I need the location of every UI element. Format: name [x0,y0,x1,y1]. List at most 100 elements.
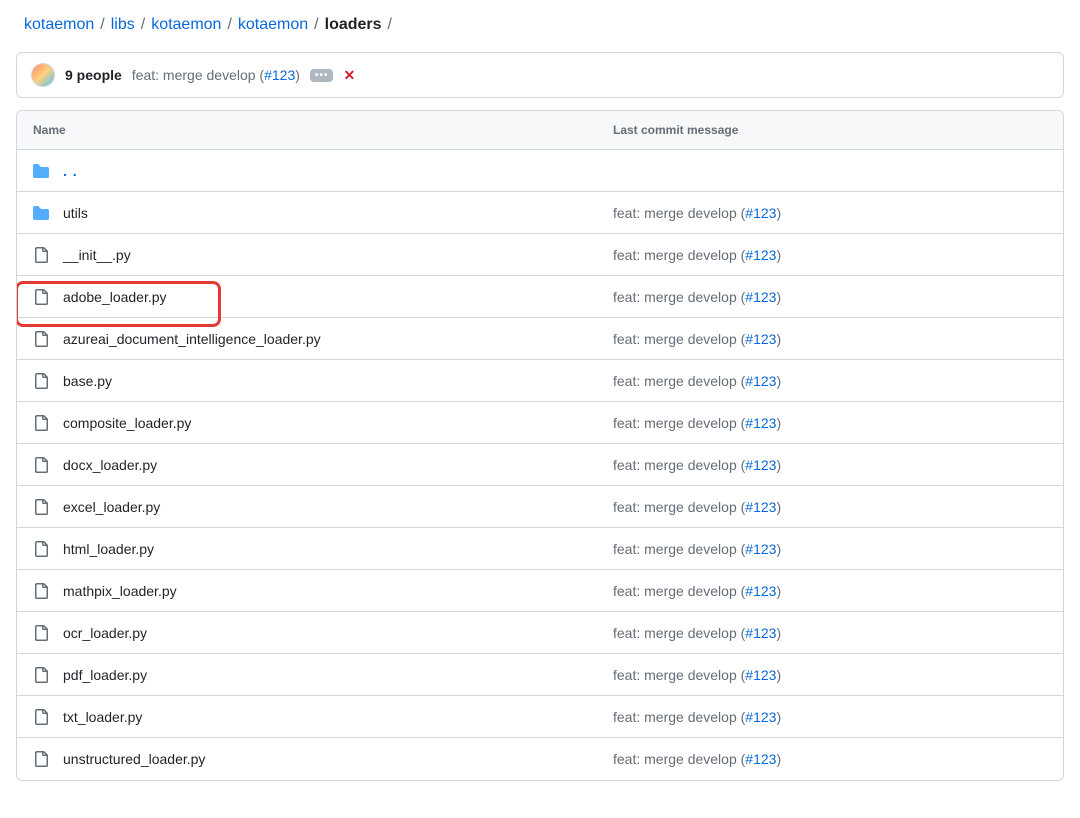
commit-msg-prefix: feat: merge develop ( [613,541,745,557]
breadcrumb-item[interactable]: libs [111,16,135,34]
commit-msg-prefix: feat: merge develop ( [613,709,745,725]
file-link[interactable]: excel_loader.py [63,499,160,515]
commit-message-cell[interactable]: feat: merge develop (#123) [597,659,1063,691]
pr-link[interactable]: #123 [745,373,776,389]
commit-message-prefix: feat: merge develop ( [132,67,264,83]
table-header: Name Last commit message [17,111,1063,150]
file-link[interactable]: unstructured_loader.py [63,751,205,767]
breadcrumb-separator: / [227,16,231,34]
commit-msg-prefix: feat: merge develop ( [613,205,745,221]
file-link[interactable]: azureai_document_intelligence_loader.py [63,331,321,347]
breadcrumb-item[interactable]: kotaemon [151,16,221,34]
pr-link[interactable]: #123 [745,751,776,767]
ellipsis-badge[interactable]: ••• [310,69,334,82]
commit-msg-suffix: ) [776,541,781,557]
commit-msg-prefix: feat: merge develop ( [613,667,745,683]
status-failed-icon[interactable]: ✕ [343,67,355,84]
pr-link[interactable]: #123 [745,289,776,305]
file-icon [33,457,49,473]
commit-msg-suffix: ) [776,583,781,599]
table-row: html_loader.py feat: merge develop (#123) [17,528,1063,570]
commit-message-cell[interactable]: feat: merge develop (#123) [597,701,1063,733]
file-link[interactable]: adobe_loader.py [63,289,167,305]
file-link[interactable]: ocr_loader.py [63,625,147,641]
breadcrumb-separator: / [141,16,145,34]
folder-icon [33,163,49,179]
table-row: excel_loader.py feat: merge develop (#123… [17,486,1063,528]
commit-msg-suffix: ) [776,457,781,473]
commit-message-cell[interactable]: feat: merge develop (#123) [597,743,1063,775]
pr-link[interactable]: #123 [745,499,776,515]
pr-link[interactable]: #123 [264,67,295,83]
pr-link[interactable]: #123 [745,541,776,557]
pr-link[interactable]: #123 [745,583,776,599]
commit-message-cell[interactable]: feat: merge develop (#123) [597,533,1063,565]
commit-msg-prefix: feat: merge develop ( [613,247,745,263]
pr-link[interactable]: #123 [745,331,776,347]
commit-msg-suffix: ) [776,709,781,725]
file-icon [33,373,49,389]
breadcrumb-item[interactable]: kotaemon [238,16,308,34]
commit-message-cell[interactable]: feat: merge develop (#123) [597,449,1063,481]
pr-link[interactable]: #123 [745,205,776,221]
table-row: ocr_loader.py feat: merge develop (#123) [17,612,1063,654]
table-row: __init__.py feat: merge develop (#123) [17,234,1063,276]
file-icon [33,709,49,725]
pr-link[interactable]: #123 [745,247,776,263]
column-header-name: Name [17,111,597,149]
pr-link[interactable]: #123 [745,415,776,431]
pr-link[interactable]: #123 [745,667,776,683]
table-row: base.py feat: merge develop (#123) [17,360,1063,402]
file-link[interactable]: html_loader.py [63,541,154,557]
file-link[interactable]: pdf_loader.py [63,667,147,683]
file-link[interactable]: txt_loader.py [63,709,142,725]
avatar[interactable] [31,63,55,87]
breadcrumb-item[interactable]: kotaemon [24,16,94,34]
commit-message[interactable]: feat: merge develop (#123) [132,67,300,83]
breadcrumb-trailing-slash: / [388,16,392,34]
parent-dir-link[interactable]: . . [63,163,78,179]
commit-message-cell[interactable]: feat: merge develop (#123) [597,281,1063,313]
commit-message-cell[interactable]: feat: merge develop (#123) [597,575,1063,607]
commit-msg-prefix: feat: merge develop ( [613,583,745,599]
breadcrumb-separator: / [314,16,318,34]
commit-msg-suffix: ) [776,751,781,767]
commit-msg-suffix: ) [776,499,781,515]
table-row-parent[interactable]: . . [17,150,1063,192]
file-icon [33,541,49,557]
commit-message-cell[interactable]: feat: merge develop (#123) [597,407,1063,439]
commit-msg-prefix: feat: merge develop ( [613,373,745,389]
contributors-count[interactable]: 9 people [65,67,122,83]
pr-link[interactable]: #123 [745,625,776,641]
table-row: txt_loader.py feat: merge develop (#123) [17,696,1063,738]
file-link[interactable]: __init__.py [63,247,131,263]
commit-message-cell[interactable]: feat: merge develop (#123) [597,617,1063,649]
file-link[interactable]: mathpix_loader.py [63,583,177,599]
file-icon [33,331,49,347]
pr-link[interactable]: #123 [745,457,776,473]
file-icon [33,499,49,515]
file-link[interactable]: docx_loader.py [63,457,157,473]
file-icon [33,247,49,263]
table-row: utils feat: merge develop (#123) [17,192,1063,234]
folder-icon [33,205,49,221]
commit-msg-suffix: ) [776,667,781,683]
file-icon [33,415,49,431]
pr-link[interactable]: #123 [745,709,776,725]
file-icon [33,625,49,641]
table-row: azureai_document_intelligence_loader.py f… [17,318,1063,360]
table-row: pdf_loader.py feat: merge develop (#123) [17,654,1063,696]
file-link[interactable]: utils [63,205,88,221]
commit-message-cell[interactable]: feat: merge develop (#123) [597,197,1063,229]
commit-message-cell[interactable]: feat: merge develop (#123) [597,239,1063,271]
file-link[interactable]: composite_loader.py [63,415,191,431]
commit-message-cell[interactable]: feat: merge develop (#123) [597,365,1063,397]
commit-msg-prefix: feat: merge develop ( [613,457,745,473]
file-link[interactable]: base.py [63,373,112,389]
breadcrumb-separator: / [100,16,104,34]
latest-commit-bar: 9 people feat: merge develop (#123) ••• … [16,52,1064,98]
commit-msg-prefix: feat: merge develop ( [613,751,745,767]
commit-msg-prefix: feat: merge develop ( [613,289,745,305]
commit-message-cell[interactable]: feat: merge develop (#123) [597,491,1063,523]
commit-message-cell[interactable]: feat: merge develop (#123) [597,323,1063,355]
